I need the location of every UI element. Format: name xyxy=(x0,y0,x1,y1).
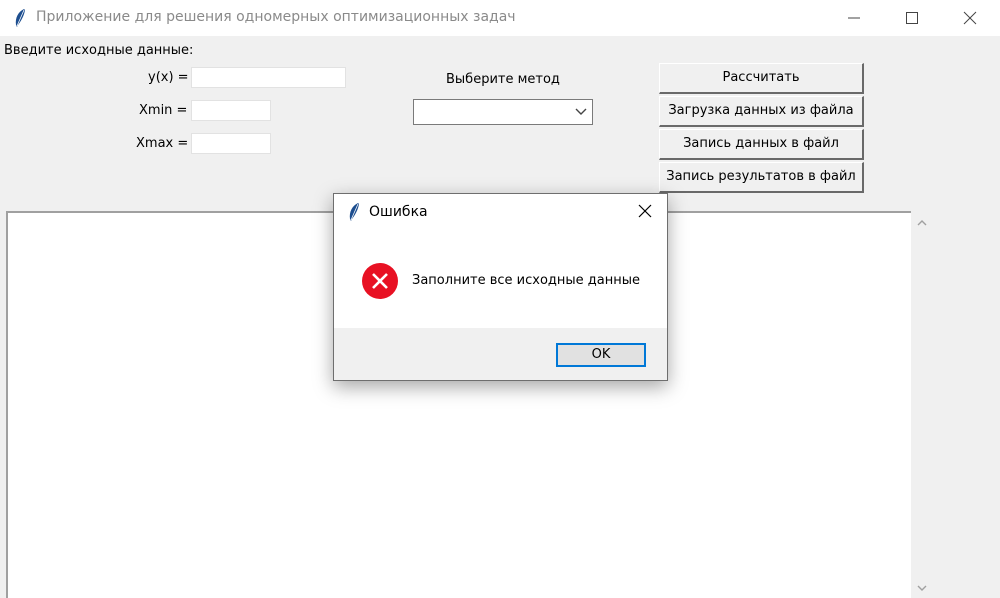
feather-icon xyxy=(12,8,28,28)
maximize-button[interactable] xyxy=(884,0,942,36)
dialog-close-button[interactable] xyxy=(634,200,656,222)
xmax-input[interactable] xyxy=(191,133,271,154)
xmin-label: Xmin = xyxy=(139,103,188,118)
window-title: Приложение для решения одномерных оптими… xyxy=(36,9,516,25)
error-icon xyxy=(361,262,399,304)
dialog-title: Ошибка xyxy=(369,204,428,220)
y-label: y(x) = xyxy=(148,70,189,85)
close-button[interactable] xyxy=(942,0,1000,36)
minimize-button[interactable] xyxy=(826,0,884,36)
title-bar[interactable]: Приложение для решения одномерных оптими… xyxy=(0,0,1000,36)
section-label: Введите исходные данные: xyxy=(4,43,194,58)
ok-button[interactable]: OK xyxy=(556,343,646,367)
save-results-button[interactable]: Запись результатов в файл xyxy=(659,162,864,193)
chevron-down-icon xyxy=(575,108,587,115)
feather-icon xyxy=(346,202,362,226)
xmax-label: Xmax = xyxy=(136,136,189,151)
dialog-footer: OK xyxy=(334,328,667,380)
method-select[interactable] xyxy=(413,99,593,125)
error-message: Заполните все исходные данные xyxy=(412,273,640,288)
maximize-icon xyxy=(906,12,918,24)
xmin-input[interactable] xyxy=(191,100,271,121)
close-icon xyxy=(638,204,652,218)
y-input[interactable] xyxy=(191,67,346,88)
vertical-scrollbar[interactable] xyxy=(911,211,933,598)
app-window: Приложение для решения одномерных оптими… xyxy=(0,0,1000,598)
method-label: Выберите метод xyxy=(446,72,560,87)
load-file-button[interactable]: Загрузка данных из файла xyxy=(659,96,864,127)
scroll-up-icon[interactable] xyxy=(917,219,927,226)
scroll-down-icon[interactable] xyxy=(917,585,927,592)
error-dialog: Ошибка Заполните все исходные данные OK xyxy=(333,193,668,381)
close-icon xyxy=(963,11,977,25)
calculate-button[interactable]: Рассчитать xyxy=(659,63,864,94)
save-data-button[interactable]: Запись данных в файл xyxy=(659,129,864,160)
minimize-icon xyxy=(848,17,860,19)
